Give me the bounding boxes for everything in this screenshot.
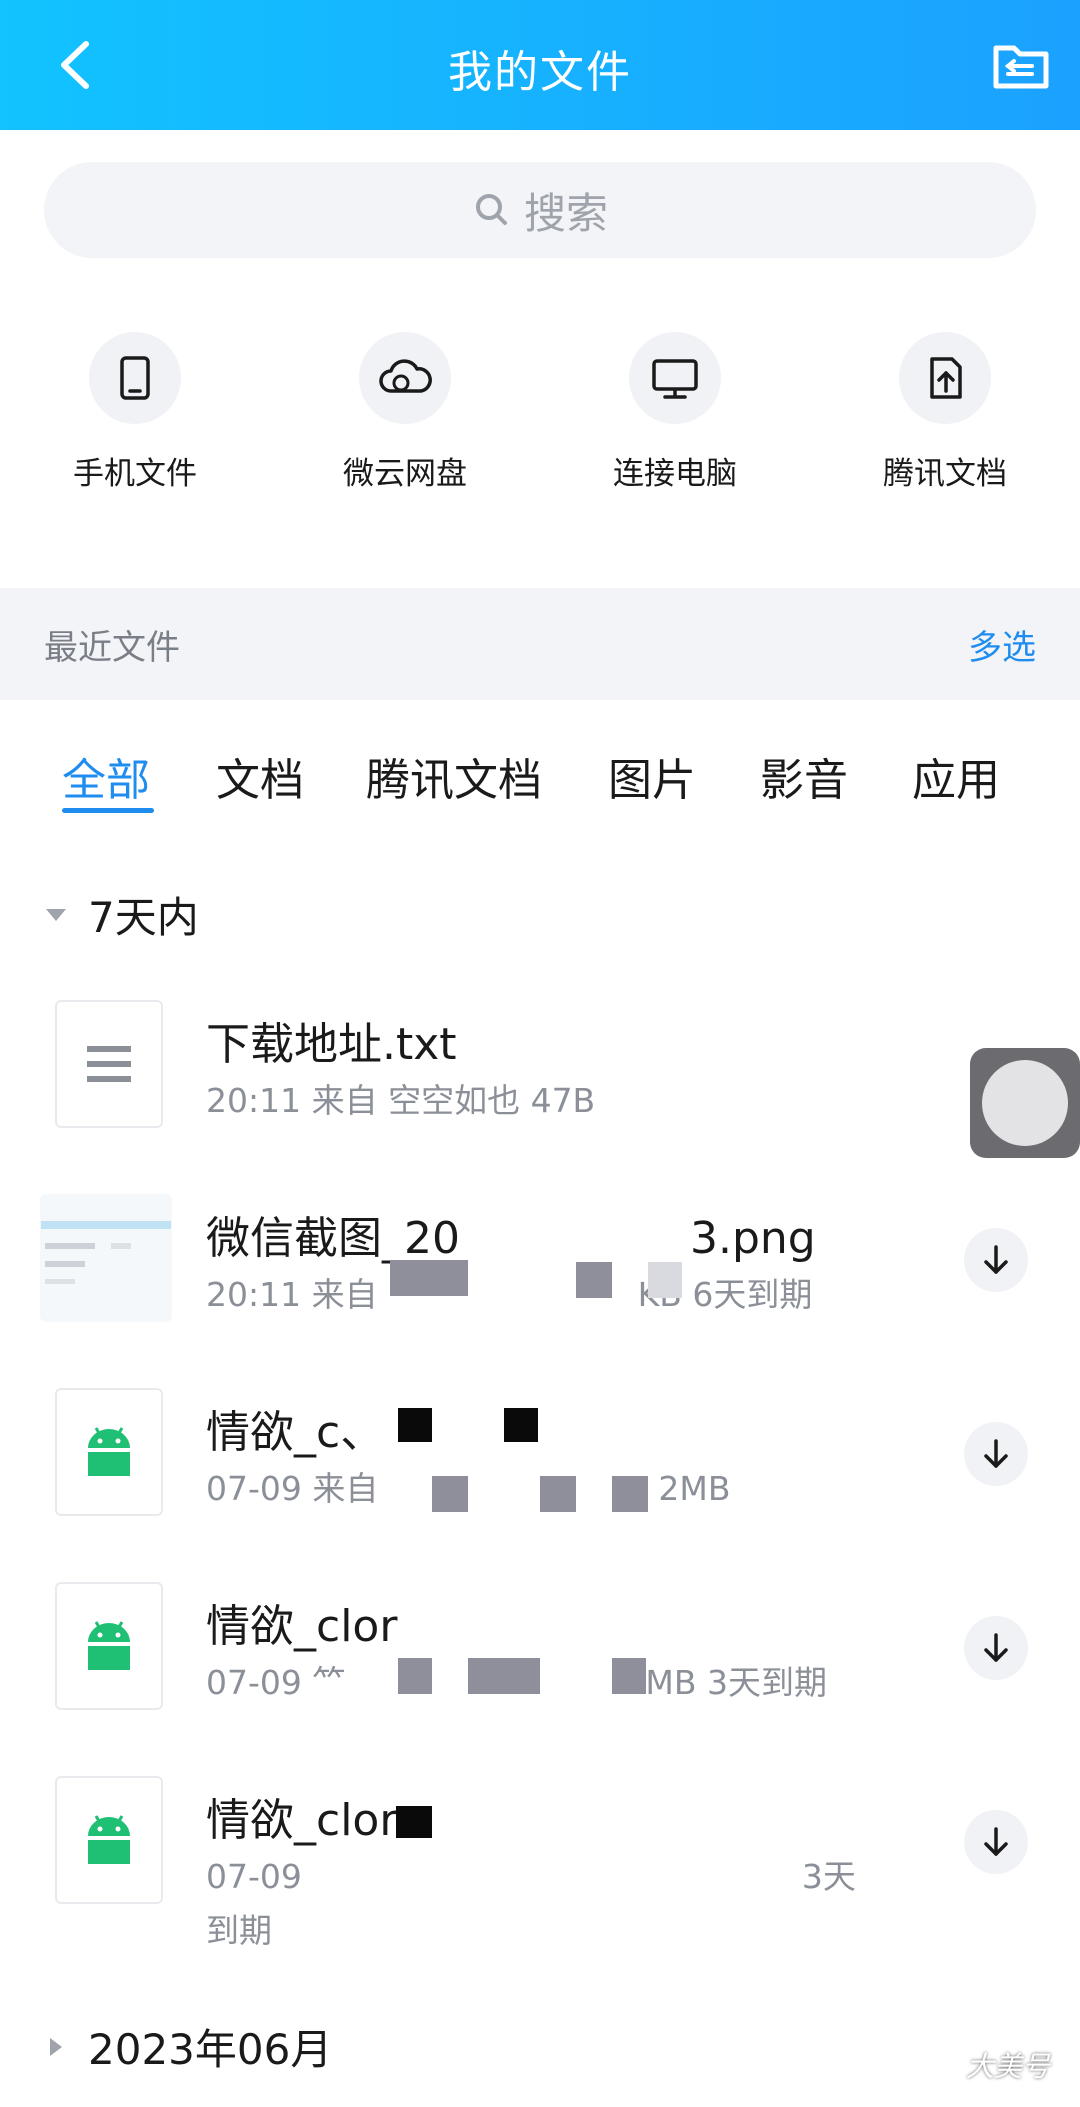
category-tabs: 全部 文档 腾讯文档 图片 影音 应用 bbox=[0, 744, 1080, 834]
redaction-block bbox=[612, 1658, 646, 1694]
redaction-block bbox=[540, 1476, 576, 1512]
file-name: 情欲_clor bbox=[206, 1795, 398, 1846]
multi-select-button[interactable]: 多选 bbox=[968, 620, 1036, 669]
tab-apps[interactable]: 应用 bbox=[912, 744, 1000, 808]
watermark: 大美号 bbox=[965, 2050, 1050, 2083]
quick-label: 连接电脑 bbox=[613, 456, 737, 492]
redaction-block bbox=[504, 1408, 538, 1442]
search-input[interactable]: 搜索 bbox=[44, 162, 1036, 258]
android-icon bbox=[88, 1815, 130, 1864]
recent-files-label: 最近文件 bbox=[44, 628, 180, 668]
file-name: 情欲_c、 bbox=[206, 1407, 385, 1458]
redaction-block bbox=[398, 1408, 432, 1442]
tab-media[interactable]: 影音 bbox=[760, 744, 848, 808]
search-placeholder: 搜索 bbox=[523, 188, 608, 238]
app-header: 我的文件 bbox=[0, 0, 1080, 130]
file-row[interactable]: 情欲_clor 07-09 ⺮ MB 3天到期 bbox=[0, 1582, 1080, 1752]
phone-icon bbox=[120, 356, 150, 400]
file-name: 情欲_clor bbox=[206, 1601, 398, 1652]
download-button[interactable] bbox=[964, 1616, 1028, 1680]
quick-item-phone-files[interactable]: 手机文件 bbox=[25, 332, 245, 493]
file-meta: 20:11 来自 KB 6天到期 bbox=[206, 1275, 813, 1314]
redaction-block bbox=[576, 1262, 612, 1298]
group-label: 2023年06月 bbox=[88, 2025, 333, 2074]
redaction-block bbox=[648, 1262, 682, 1298]
triangle-down-icon bbox=[46, 908, 66, 921]
download-arrow-icon bbox=[984, 1827, 1008, 1856]
floating-ball-icon bbox=[982, 1060, 1068, 1146]
doc-upload-icon bbox=[930, 357, 962, 399]
redaction-block bbox=[398, 1658, 432, 1694]
tab-tencent-docs[interactable]: 腾讯文档 bbox=[366, 744, 542, 808]
quick-label: 微云网盘 bbox=[343, 456, 467, 492]
text-file-icon bbox=[87, 1046, 131, 1082]
file-meta: 07-09 来自 2MB bbox=[206, 1469, 731, 1508]
redaction-block bbox=[432, 1476, 468, 1512]
redaction-block bbox=[468, 1658, 540, 1694]
file-row[interactable]: 情欲_c、 07-09 来自 2MB bbox=[0, 1388, 1080, 1558]
image-thumbnail bbox=[40, 1194, 172, 1322]
redaction-block bbox=[396, 1806, 432, 1838]
folder-button[interactable] bbox=[986, 30, 1056, 100]
download-button[interactable] bbox=[964, 1422, 1028, 1486]
download-button[interactable] bbox=[964, 1228, 1028, 1292]
cloud-icon bbox=[379, 359, 432, 393]
download-arrow-icon bbox=[984, 1633, 1008, 1662]
folder-icon bbox=[993, 45, 1049, 89]
download-arrow-icon bbox=[984, 1439, 1008, 1468]
download-arrow-icon bbox=[984, 1245, 1008, 1274]
file-row[interactable]: 情欲_clor 07-09 3天 到期 bbox=[0, 1776, 1080, 1976]
active-tab-indicator bbox=[62, 808, 154, 813]
triangle-right-icon bbox=[50, 2037, 62, 2056]
file-thumbnail bbox=[55, 1582, 163, 1710]
quick-item-connect-pc[interactable]: 连接电脑 bbox=[565, 332, 785, 493]
group-header-7-days[interactable]: 7天内 bbox=[44, 884, 199, 945]
quick-label: 手机文件 bbox=[73, 456, 197, 492]
file-meta-wrap: 到期 bbox=[206, 1911, 272, 1950]
redaction-block bbox=[390, 1260, 468, 1296]
group-label: 7天内 bbox=[88, 893, 199, 942]
tab-images[interactable]: 图片 bbox=[608, 744, 696, 808]
tab-all[interactable]: 全部 bbox=[62, 744, 150, 808]
group-header-june-2023[interactable]: 2023年06月 bbox=[44, 2016, 332, 2077]
file-name: 下载地址.txt bbox=[206, 1019, 457, 1070]
file-meta: 07-09 3天 bbox=[206, 1857, 856, 1896]
redaction-block bbox=[612, 1476, 648, 1512]
screenshot-preview-icon bbox=[41, 1221, 171, 1284]
android-icon bbox=[88, 1427, 130, 1476]
android-icon bbox=[88, 1621, 130, 1670]
quick-label: 腾讯文档 bbox=[883, 456, 1007, 492]
file-thumbnail bbox=[55, 1776, 163, 1904]
recent-files-bar: 最近文件 多选 bbox=[0, 588, 1080, 700]
file-row[interactable]: 微信截图_20 3.png 20:11 来自 KB 6天到期 bbox=[0, 1194, 1080, 1364]
file-meta: 20:11 来自 空空如也 47B bbox=[206, 1081, 596, 1120]
quick-item-weiyun[interactable]: 微云网盘 bbox=[295, 332, 515, 493]
quick-entries: 手机文件 微云网盘 连接电脑 腾讯文档 bbox=[0, 332, 1080, 492]
file-thumbnail bbox=[55, 1000, 163, 1128]
file-name: 微信截图_20 3.png bbox=[206, 1213, 816, 1264]
page-title: 我的文件 bbox=[448, 47, 632, 98]
floating-assistive-button[interactable] bbox=[970, 1048, 1080, 1158]
monitor-icon bbox=[652, 359, 698, 399]
quick-item-tencent-docs[interactable]: 腾讯文档 bbox=[835, 332, 1055, 493]
file-row[interactable]: 下载地址.txt 20:11 来自 空空如也 47B bbox=[0, 1000, 1080, 1170]
download-button[interactable] bbox=[964, 1810, 1028, 1874]
search-icon bbox=[475, 194, 507, 225]
tab-documents[interactable]: 文档 bbox=[216, 744, 304, 808]
file-thumbnail bbox=[55, 1388, 163, 1516]
